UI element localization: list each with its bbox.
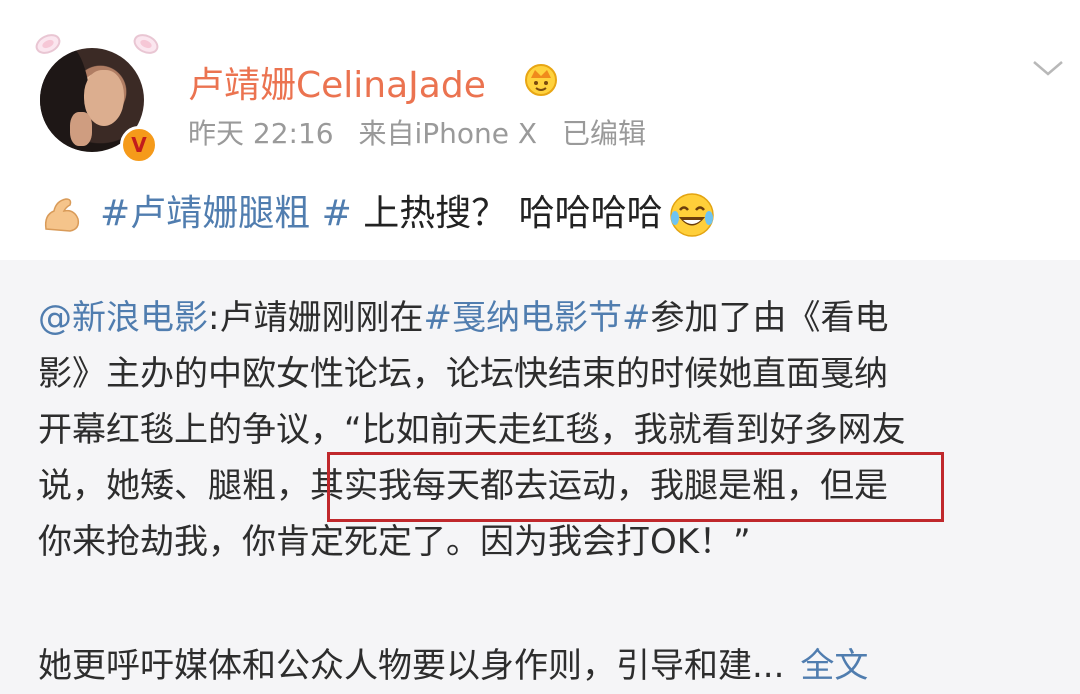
- repost-more: 她更呼吁媒体和公众人物要以身作则，引导和建... 全文: [38, 638, 868, 687]
- mention-link[interactable]: @新浪电影: [38, 298, 208, 338]
- repost-text: :卢靖姗刚刚在: [208, 298, 424, 338]
- post-time: 昨天 22:16: [188, 117, 334, 150]
- post-source[interactable]: 来自iPhone X: [359, 117, 538, 150]
- repost-text: 参加了由《看电: [650, 298, 889, 338]
- post-meta: 昨天 22:16 来自iPhone X 已编辑: [188, 112, 662, 152]
- repost-text: 影》主办的中欧女性论坛，论坛快结束的时候她直面戛纳: [38, 354, 888, 394]
- verified-badge: V: [120, 126, 158, 164]
- bunny-ears-icon: [133, 34, 159, 54]
- repost-text-truncated: 她更呼吁媒体和公众人物要以身作则，引导和建...: [38, 646, 785, 686]
- post-text: #卢靖姗腿粗 # 上热搜？ 哈哈哈哈: [40, 186, 717, 242]
- laugh-emoji-icon: [669, 193, 714, 237]
- repost-text: 你来抢劫我，你肯定死定了。因为我会打OK！”: [38, 522, 751, 562]
- full-text-link[interactable]: 全文: [800, 646, 868, 686]
- highlight-box: [327, 452, 944, 522]
- username[interactable]: 卢靖姗CelinaJade: [188, 56, 486, 108]
- topic-link[interactable]: #卢靖姗腿粗 #: [100, 193, 352, 234]
- repost-topic-link[interactable]: #戛纳电影节#: [423, 298, 650, 338]
- crown-icon: [525, 64, 557, 96]
- repost-body: @新浪电影:卢靖姗刚刚在#戛纳电影节#参加了由《看电 影》主办的中欧女性论坛，论…: [38, 290, 1058, 570]
- post-header: V 卢靖姗CelinaJade 昨天 22:16 来自iPhone X 已编辑: [0, 0, 1080, 180]
- avatar-container[interactable]: V: [34, 28, 159, 164]
- post-body: 上热搜？ 哈哈哈哈: [363, 193, 663, 234]
- repost-card[interactable]: @新浪电影:卢靖姗刚刚在#戛纳电影节#参加了由《看电 影》主办的中欧女性论坛，论…: [0, 260, 1080, 694]
- repost-text: 开幕红毯上的争议，“比如前天走红毯，我就看到好多网友: [38, 410, 906, 450]
- muscle-emoji-icon: [44, 198, 80, 232]
- edited-label[interactable]: 已编辑: [562, 117, 646, 150]
- chevron-down-icon[interactable]: [1030, 56, 1066, 80]
